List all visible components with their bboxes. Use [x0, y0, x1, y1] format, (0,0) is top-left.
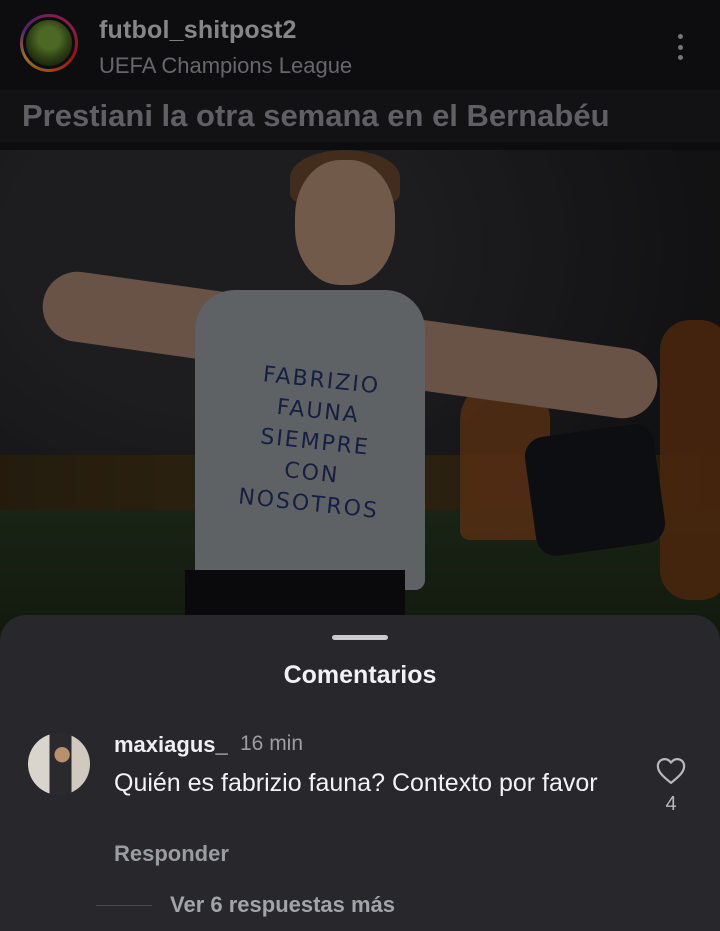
background-dim-overlay[interactable]: [0, 0, 720, 640]
comment-avatar[interactable]: [28, 733, 90, 795]
comment-username[interactable]: maxiagus_: [114, 732, 228, 758]
comments-sheet: Comentarios maxiagus_ 16 min Quién es fa…: [0, 615, 720, 931]
reply-button[interactable]: Responder: [114, 841, 229, 867]
comment-timestamp: 16 min: [240, 732, 304, 755]
sheet-title: Comentarios: [283, 661, 437, 689]
sheet-drag-handle[interactable]: [332, 635, 388, 640]
heart-outline-icon[interactable]: [656, 757, 686, 785]
like-count: 4: [665, 793, 677, 815]
comment-text: Quién es fabrizio fauna? Contexto por fa…: [114, 769, 598, 797]
view-replies-button[interactable]: Ver 6 respuestas más: [170, 892, 395, 918]
replies-divider: [96, 905, 152, 906]
